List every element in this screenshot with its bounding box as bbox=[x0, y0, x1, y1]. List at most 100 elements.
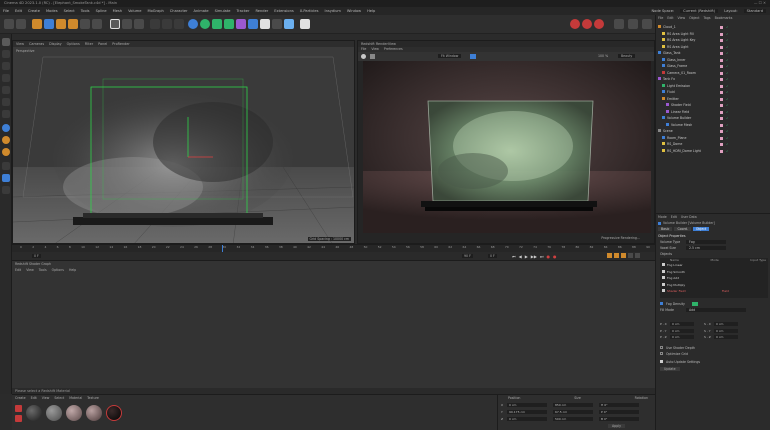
material-menu-item[interactable]: Texture bbox=[87, 396, 99, 400]
enabled-check-icon[interactable]: ✓ bbox=[726, 64, 729, 68]
render-region-icon[interactable] bbox=[122, 19, 132, 29]
apply-button[interactable]: Apply bbox=[608, 424, 625, 428]
enabled-check-icon[interactable]: ✓ bbox=[726, 149, 729, 153]
material-swatch[interactable] bbox=[66, 405, 82, 421]
field-icon[interactable] bbox=[248, 19, 258, 29]
viewport-menu-item[interactable]: Display bbox=[49, 42, 62, 46]
film-icon[interactable] bbox=[162, 19, 172, 29]
shader-graph-menu-item[interactable]: Help bbox=[69, 268, 76, 272]
viewport-menu-item[interactable]: Filter bbox=[85, 42, 93, 46]
attr-menu-item[interactable]: Edit bbox=[671, 215, 677, 219]
enabled-check-icon[interactable]: ✓ bbox=[726, 77, 729, 81]
material-menu-item[interactable]: Select bbox=[54, 396, 64, 400]
next-key-icon[interactable]: ▶▶ bbox=[531, 254, 537, 259]
deformer-icon[interactable] bbox=[236, 19, 246, 29]
enable-axis-icon[interactable] bbox=[2, 124, 10, 132]
enabled-check-icon[interactable]: ✓ bbox=[726, 71, 729, 75]
make-editable-icon[interactable] bbox=[2, 38, 10, 46]
viewport-menu-item[interactable]: View bbox=[16, 42, 24, 46]
om-menu-item[interactable]: File bbox=[658, 16, 663, 20]
cloner-icon[interactable] bbox=[224, 19, 234, 29]
playhead[interactable] bbox=[222, 245, 223, 252]
menu-item[interactable]: Spline bbox=[96, 9, 107, 13]
window-controls[interactable]: — ☐ ✕ bbox=[754, 0, 766, 7]
object-row[interactable]: Fluid ✓ bbox=[662, 90, 729, 95]
material-menu-item[interactable]: Create bbox=[15, 396, 26, 400]
coord-pos-z-field[interactable]: 0 cm bbox=[507, 417, 547, 421]
object-row[interactable]: RS Area Light Key ✓ bbox=[662, 38, 729, 43]
coord-pos-x-field[interactable]: 0 cm bbox=[507, 403, 547, 407]
material-swatch[interactable] bbox=[46, 405, 62, 421]
checkbox-checked[interactable] bbox=[662, 269, 665, 273]
visibility-dot[interactable] bbox=[720, 149, 723, 153]
model-mode-icon[interactable] bbox=[2, 50, 10, 58]
menu-item[interactable]: Extensions bbox=[274, 9, 294, 13]
visibility-dot[interactable] bbox=[720, 91, 723, 94]
axis-mode-icon[interactable] bbox=[2, 74, 10, 82]
keyframe-selection-icon[interactable] bbox=[594, 19, 604, 29]
vector-field[interactable]: 0 cm bbox=[670, 328, 694, 333]
enabled-check-icon[interactable]: ✓ bbox=[726, 45, 729, 49]
points-mode-icon[interactable] bbox=[2, 86, 10, 94]
redshift-icon[interactable] bbox=[300, 19, 310, 29]
enabled-check-icon[interactable]: ✓ bbox=[726, 142, 729, 146]
vector-field[interactable]: 0 cm bbox=[714, 322, 738, 326]
fill-mode-select[interactable]: Add bbox=[686, 308, 746, 312]
menu-item[interactable]: Tools bbox=[81, 9, 90, 13]
snap-settings-icon[interactable] bbox=[2, 148, 10, 156]
workplane-mode-icon[interactable] bbox=[2, 174, 10, 182]
viewport-menu-item[interactable]: Options bbox=[67, 42, 80, 46]
om-menu-item[interactable]: Tags bbox=[704, 16, 711, 20]
record-icon[interactable]: ● bbox=[547, 254, 551, 259]
objects-list-row[interactable]: Fog Linear bbox=[662, 263, 766, 268]
new-material-icon[interactable] bbox=[15, 415, 22, 422]
objects-list-row[interactable]: Fog Smooth bbox=[662, 269, 766, 275]
update-button[interactable]: Update bbox=[660, 367, 680, 371]
checkbox-checked[interactable] bbox=[662, 263, 665, 266]
attr-menu-item[interactable]: Mode bbox=[658, 215, 667, 219]
menu-item[interactable]: Edit bbox=[15, 9, 22, 13]
end-frame-field[interactable]: 90 F bbox=[462, 254, 473, 258]
enabled-check-icon[interactable]: ✓ bbox=[726, 116, 729, 120]
key-rotation-icon[interactable] bbox=[614, 253, 619, 258]
key-pla-icon[interactable] bbox=[635, 253, 640, 258]
enabled-check-icon[interactable]: ✓ bbox=[726, 38, 729, 42]
visibility-dot[interactable] bbox=[720, 32, 723, 36]
render-stop-icon[interactable] bbox=[370, 54, 375, 59]
key-position-icon[interactable] bbox=[607, 253, 612, 258]
render-settings-icon[interactable] bbox=[150, 19, 160, 29]
object-row[interactable]: Emitter ✓ bbox=[662, 96, 729, 102]
menu-item[interactable]: Modes bbox=[46, 9, 58, 13]
object-row[interactable]: Volume Mesh ✓ bbox=[666, 122, 729, 128]
object-row[interactable]: Volume Builder ✓ bbox=[662, 116, 729, 121]
menu-item[interactable]: Simulate bbox=[215, 9, 231, 13]
rotate-tool-icon[interactable] bbox=[68, 19, 78, 29]
material-swatch[interactable] bbox=[86, 405, 102, 421]
key-param-icon[interactable] bbox=[628, 253, 633, 258]
om-menu-item[interactable]: Bookmarks bbox=[715, 16, 733, 20]
visibility-dot[interactable] bbox=[720, 104, 723, 107]
render-start-icon[interactable] bbox=[361, 54, 366, 59]
current-frame-field[interactable]: 0 F bbox=[488, 254, 497, 258]
camera-icon[interactable] bbox=[272, 19, 282, 29]
visibility-dot[interactable] bbox=[720, 117, 723, 120]
vector-field[interactable]: 0 cm bbox=[670, 322, 694, 326]
visibility-dot[interactable] bbox=[720, 39, 723, 42]
menu-item[interactable]: Character bbox=[170, 9, 188, 13]
start-frame-field[interactable]: 0 F bbox=[32, 254, 41, 258]
autokey-toggle-icon[interactable]: ● bbox=[553, 254, 557, 259]
coordinate-system-icon[interactable] bbox=[110, 19, 120, 29]
enabled-check-icon[interactable]: ✓ bbox=[726, 90, 729, 94]
enabled-check-icon[interactable]: ✓ bbox=[726, 32, 729, 36]
object-row[interactable]: Camera_01_Room ✓ bbox=[662, 70, 729, 76]
menu-item[interactable]: MoGraph bbox=[147, 9, 163, 13]
coord-size-z-field[interactable]: 500 cm bbox=[553, 417, 593, 421]
om-menu-item[interactable]: Object bbox=[689, 16, 699, 20]
material-swatch-selected[interactable] bbox=[106, 405, 122, 421]
shader-graph-panel[interactable]: Redshift Shader Graph Edit View Tools Op… bbox=[12, 260, 655, 390]
menu-item[interactable]: Render bbox=[255, 9, 268, 13]
tweak-icon[interactable] bbox=[2, 136, 10, 144]
enabled-check-icon[interactable]: ✓ bbox=[726, 25, 729, 29]
shader-graph-menu-item[interactable]: Options bbox=[52, 268, 64, 272]
node-space-select[interactable]: Current (Redshift) bbox=[680, 9, 719, 13]
